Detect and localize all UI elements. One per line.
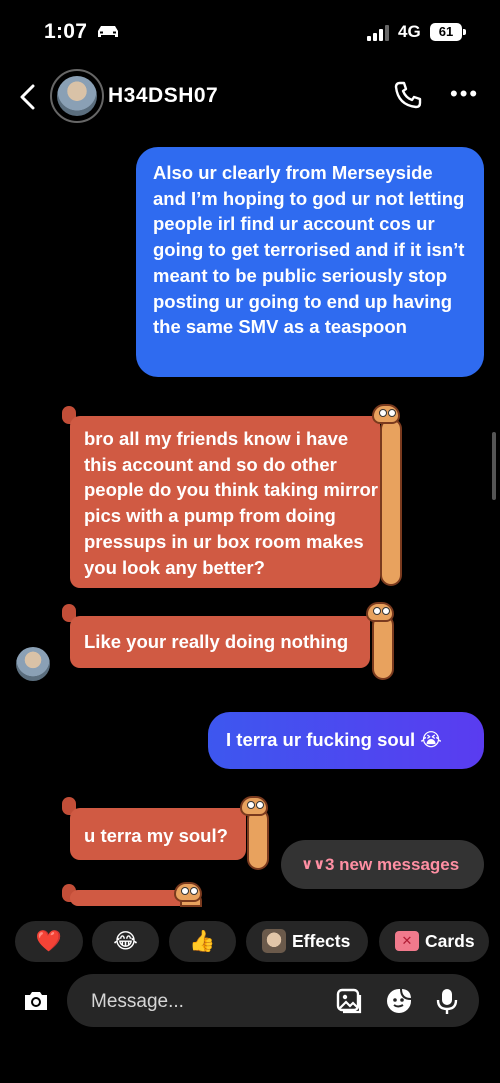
cards-icon: ✕ [395, 931, 419, 951]
signal-icon [367, 25, 389, 41]
sausage-dog-head [366, 602, 394, 622]
dog-eye [181, 887, 189, 895]
sender-avatar[interactable] [16, 647, 50, 681]
dog-eye [190, 887, 198, 895]
sausage-dog-head [174, 882, 202, 902]
microphone-icon[interactable] [435, 987, 459, 1015]
outgoing-message[interactable]: I terra ur fucking soul 😭 [208, 712, 484, 769]
battery-tip [463, 29, 466, 35]
dog-eye [256, 801, 264, 809]
network-type: 4G [398, 22, 421, 41]
new-messages-button[interactable]: ∨∨ 3 new messages [281, 840, 484, 889]
cards-button[interactable]: ✕ Cards [379, 921, 489, 962]
dog-eye [379, 409, 387, 417]
laugh-reaction-button[interactable]: 😂 [92, 921, 159, 962]
back-chevron-icon[interactable] [18, 84, 38, 110]
dog-eye [247, 801, 255, 809]
dog-eye [388, 409, 396, 417]
message-input[interactable] [89, 974, 323, 1029]
gallery-icon[interactable] [335, 987, 363, 1015]
sausage-dog-decoration [247, 808, 269, 870]
effects-icon [262, 929, 286, 953]
effects-button[interactable]: Effects [246, 921, 368, 962]
thumbs-up-reaction-button[interactable]: 👍 [169, 921, 236, 962]
incoming-message[interactable]: bro all my friends know i have this acco… [70, 416, 380, 588]
dog-eye [382, 607, 390, 615]
camera-icon[interactable] [18, 983, 54, 1019]
avatar[interactable] [50, 69, 104, 123]
cards-label: Cards [425, 931, 475, 951]
chat-header: H34DSH07 ••• [0, 62, 500, 134]
double-chevron-down-icon: ∨∨ [301, 856, 326, 873]
sticker-icon[interactable] [385, 987, 413, 1015]
dog-eye [373, 607, 381, 615]
new-messages-label: 3 new messages [325, 855, 460, 874]
avatar-image [57, 76, 97, 116]
message-composer [67, 974, 479, 1029]
battery-icon: 61 [430, 23, 462, 41]
car-icon [98, 26, 118, 37]
username[interactable]: H34DSH07 [108, 84, 218, 108]
effects-label: Effects [292, 931, 351, 951]
status-bar: 1:07 4G 61 [0, 0, 500, 62]
heart-reaction-button[interactable]: ❤️ [15, 921, 83, 962]
incoming-message[interactable]: u terra my soul? [70, 808, 246, 860]
sausage-dog-head [372, 404, 400, 424]
status-time: 1:07 [44, 20, 88, 43]
sausage-dog-decoration [372, 614, 394, 680]
sausage-dog-decoration [380, 418, 402, 586]
sausage-dog-head [240, 796, 268, 816]
phone-icon[interactable] [393, 80, 423, 110]
scrollbar[interactable] [492, 432, 496, 500]
outgoing-message[interactable]: Also ur clearly from Merseyside and I’m … [136, 147, 484, 377]
incoming-message[interactable]: Like your really doing nothing [70, 616, 370, 668]
more-options-icon[interactable]: ••• [450, 83, 479, 105]
